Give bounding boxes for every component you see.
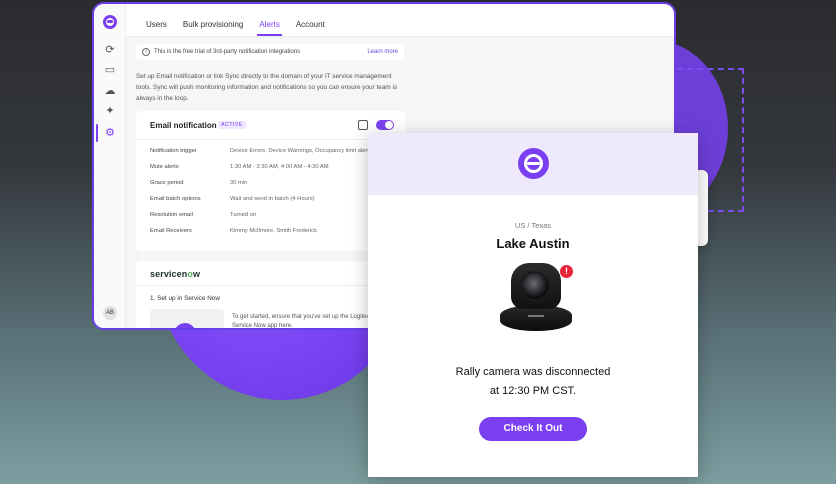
trial-notice: i This is the free trial of 3rd-party no… [136, 44, 404, 60]
setting-key: Grace period [150, 180, 184, 186]
notice-text: This is the free trial of 3rd-party noti… [154, 49, 301, 55]
sync-icon[interactable]: ⟳ [103, 44, 117, 56]
alert-location: US / Texas [514, 221, 552, 230]
card-divider [136, 139, 406, 140]
setting-key: Resolution email [150, 212, 193, 218]
gear-icon[interactable]: ⚙ [103, 127, 117, 139]
rail-active-indicator [96, 124, 98, 142]
app-logo-icon[interactable] [103, 15, 117, 29]
camera-image: ! [496, 259, 578, 339]
alert-message-line1: Rally camera was disconnected [455, 366, 611, 378]
alert-message-line2: at 12:30 PM CST. [489, 385, 577, 397]
setting-key: Email Receivers [150, 228, 192, 234]
card-divider [136, 285, 406, 286]
setting-key: Mute alerts [150, 164, 179, 170]
cloud-icon[interactable]: ☁ [103, 85, 117, 97]
tablet-icon[interactable]: ▭ [103, 64, 117, 76]
servicenow-logo: servicenow [150, 269, 201, 279]
warning-icon: ! [560, 265, 573, 278]
status-badge: ACTIVE [218, 121, 246, 129]
side-rail: ⟳ ▭ ☁ ✦ ⚙ AB [94, 4, 126, 328]
alert-email-card: US / Texas Lake Austin ! Rally camera wa… [368, 133, 698, 477]
tab-users[interactable]: Users [138, 14, 175, 36]
email-notification-card: Email notification ACTIVE Notification t… [136, 111, 406, 251]
bulb-icon[interactable]: ✦ [103, 105, 117, 117]
email-toggle[interactable] [376, 120, 394, 130]
info-icon: i [142, 48, 150, 56]
alert-message: Rally camera was disconnected at 12:30 P… [368, 363, 698, 401]
email-card-title: Email notification [150, 121, 217, 130]
avatar[interactable]: AB [103, 306, 117, 320]
edit-icon[interactable] [358, 120, 368, 130]
tab-account[interactable]: Account [288, 14, 333, 36]
learn-more-link[interactable]: Learn more [367, 44, 398, 60]
tab-bar: Users Bulk provisioning Alerts Account [138, 14, 333, 36]
tab-alerts[interactable]: Alerts [251, 14, 287, 36]
tab-bulk-provisioning[interactable]: Bulk provisioning [175, 14, 251, 36]
alert-header [368, 133, 698, 195]
alert-room-name: Lake Austin [496, 236, 570, 251]
stage: ⟳ ▭ ☁ ✦ ⚙ AB Users Bulk provisioning Ale… [0, 0, 836, 484]
servicenow-step: 1. Set up in Service Now [150, 295, 220, 302]
setting-key: Notification trigger [150, 148, 197, 154]
alerts-description: Set up Email notification or link Sync d… [136, 73, 398, 102]
app-logo-icon [518, 148, 549, 179]
servicenow-thumbnail: lo [150, 309, 224, 328]
servicenow-card: servicenow 1. Set up in Service Now lo T… [136, 261, 406, 328]
setting-key: Email batch options [150, 196, 201, 202]
check-it-out-button[interactable]: Check It Out [479, 417, 587, 441]
